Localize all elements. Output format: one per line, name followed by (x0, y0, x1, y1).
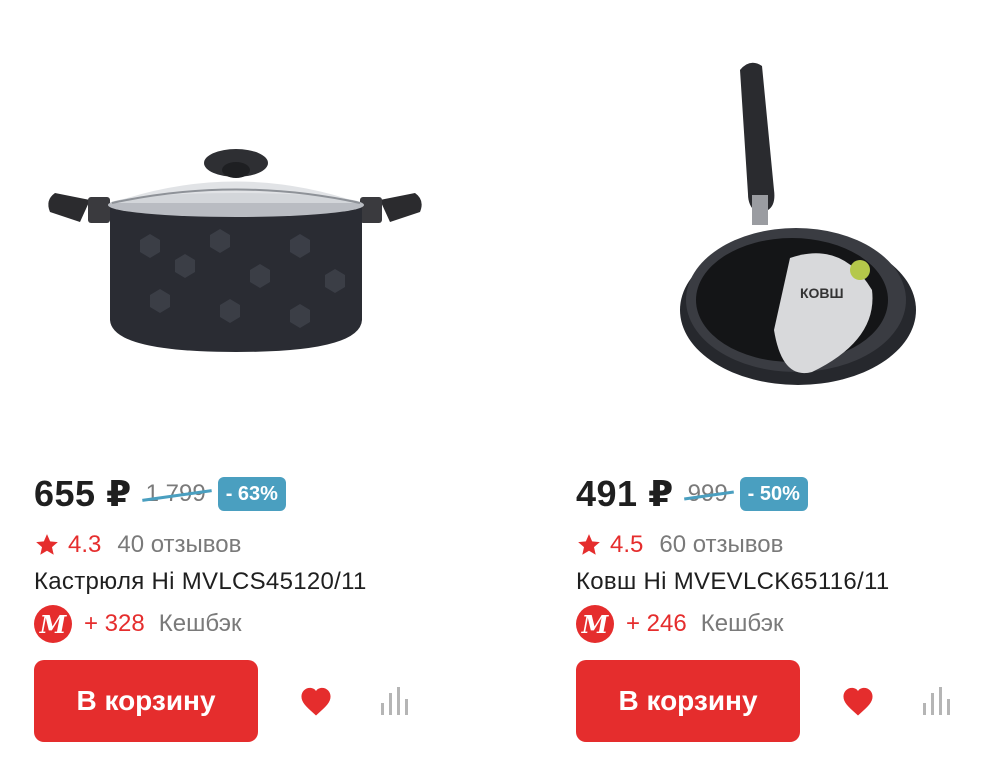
cashback-value: + 328 (84, 610, 145, 637)
rating-value: 4.3 (68, 531, 102, 558)
compare-bars-icon (381, 687, 408, 715)
cashback-row: М + 246 Кешбэк (576, 605, 784, 643)
discount-badge: - 50% (739, 477, 808, 511)
product-title[interactable]: Кастрюля Hi MVLCS45120/11 (34, 568, 367, 596)
price-row: 491 ₽ 999 - 50% (576, 472, 808, 516)
favorite-button[interactable] (296, 681, 336, 721)
card-actions: В корзину (34, 660, 410, 742)
product-card: КОВШ 491 ₽ 999 - 50% 4.5 60 отзывов Ковш… (576, 0, 989, 773)
product-card: 655 ₽ 1 799 - 63% 4.3 40 отзывов Кастрюл… (34, 0, 474, 773)
compare-bars-icon (923, 687, 950, 715)
discount-badge: - 63% (217, 477, 286, 511)
cashback-label: Кешбэк (158, 610, 242, 637)
compare-button[interactable] (920, 681, 952, 721)
reviews-link[interactable]: 40 отзывов (117, 531, 241, 559)
add-to-cart-button[interactable]: В корзину (576, 660, 800, 742)
cashback-label: Кешбэк (700, 610, 784, 637)
price-row: 655 ₽ 1 799 - 63% (34, 472, 286, 516)
product-image-pot[interactable] (0, 0, 470, 440)
cashback-value: + 246 (626, 610, 687, 637)
mvideo-logo-icon: М (34, 605, 72, 643)
reviews-link[interactable]: 60 отзывов (659, 531, 783, 559)
add-to-cart-button[interactable]: В корзину (34, 660, 258, 742)
compare-button[interactable] (378, 681, 410, 721)
card-actions: В корзину (576, 660, 952, 742)
heart-icon (301, 687, 331, 716)
star-icon (578, 534, 600, 555)
old-price: 1 799 (141, 480, 212, 508)
svg-text:КОВШ: КОВШ (800, 285, 844, 301)
current-price: 655 ₽ (34, 473, 132, 514)
cashback-row: М + 328 Кешбэк (34, 605, 242, 643)
rating-row: 4.3 40 отзывов (34, 530, 241, 560)
product-image-saucepan[interactable]: КОВШ (542, 0, 989, 440)
heart-icon (843, 687, 873, 716)
old-price: 999 (683, 480, 734, 508)
mvideo-logo-icon: М (576, 605, 614, 643)
product-title[interactable]: Ковш Hi MVEVLCK65116/11 (576, 568, 889, 596)
favorite-button[interactable] (838, 681, 878, 721)
rating-row: 4.5 60 отзывов (576, 530, 783, 560)
rating-value: 4.5 (610, 531, 644, 558)
current-price: 491 ₽ (576, 473, 674, 514)
star-icon (36, 534, 58, 555)
